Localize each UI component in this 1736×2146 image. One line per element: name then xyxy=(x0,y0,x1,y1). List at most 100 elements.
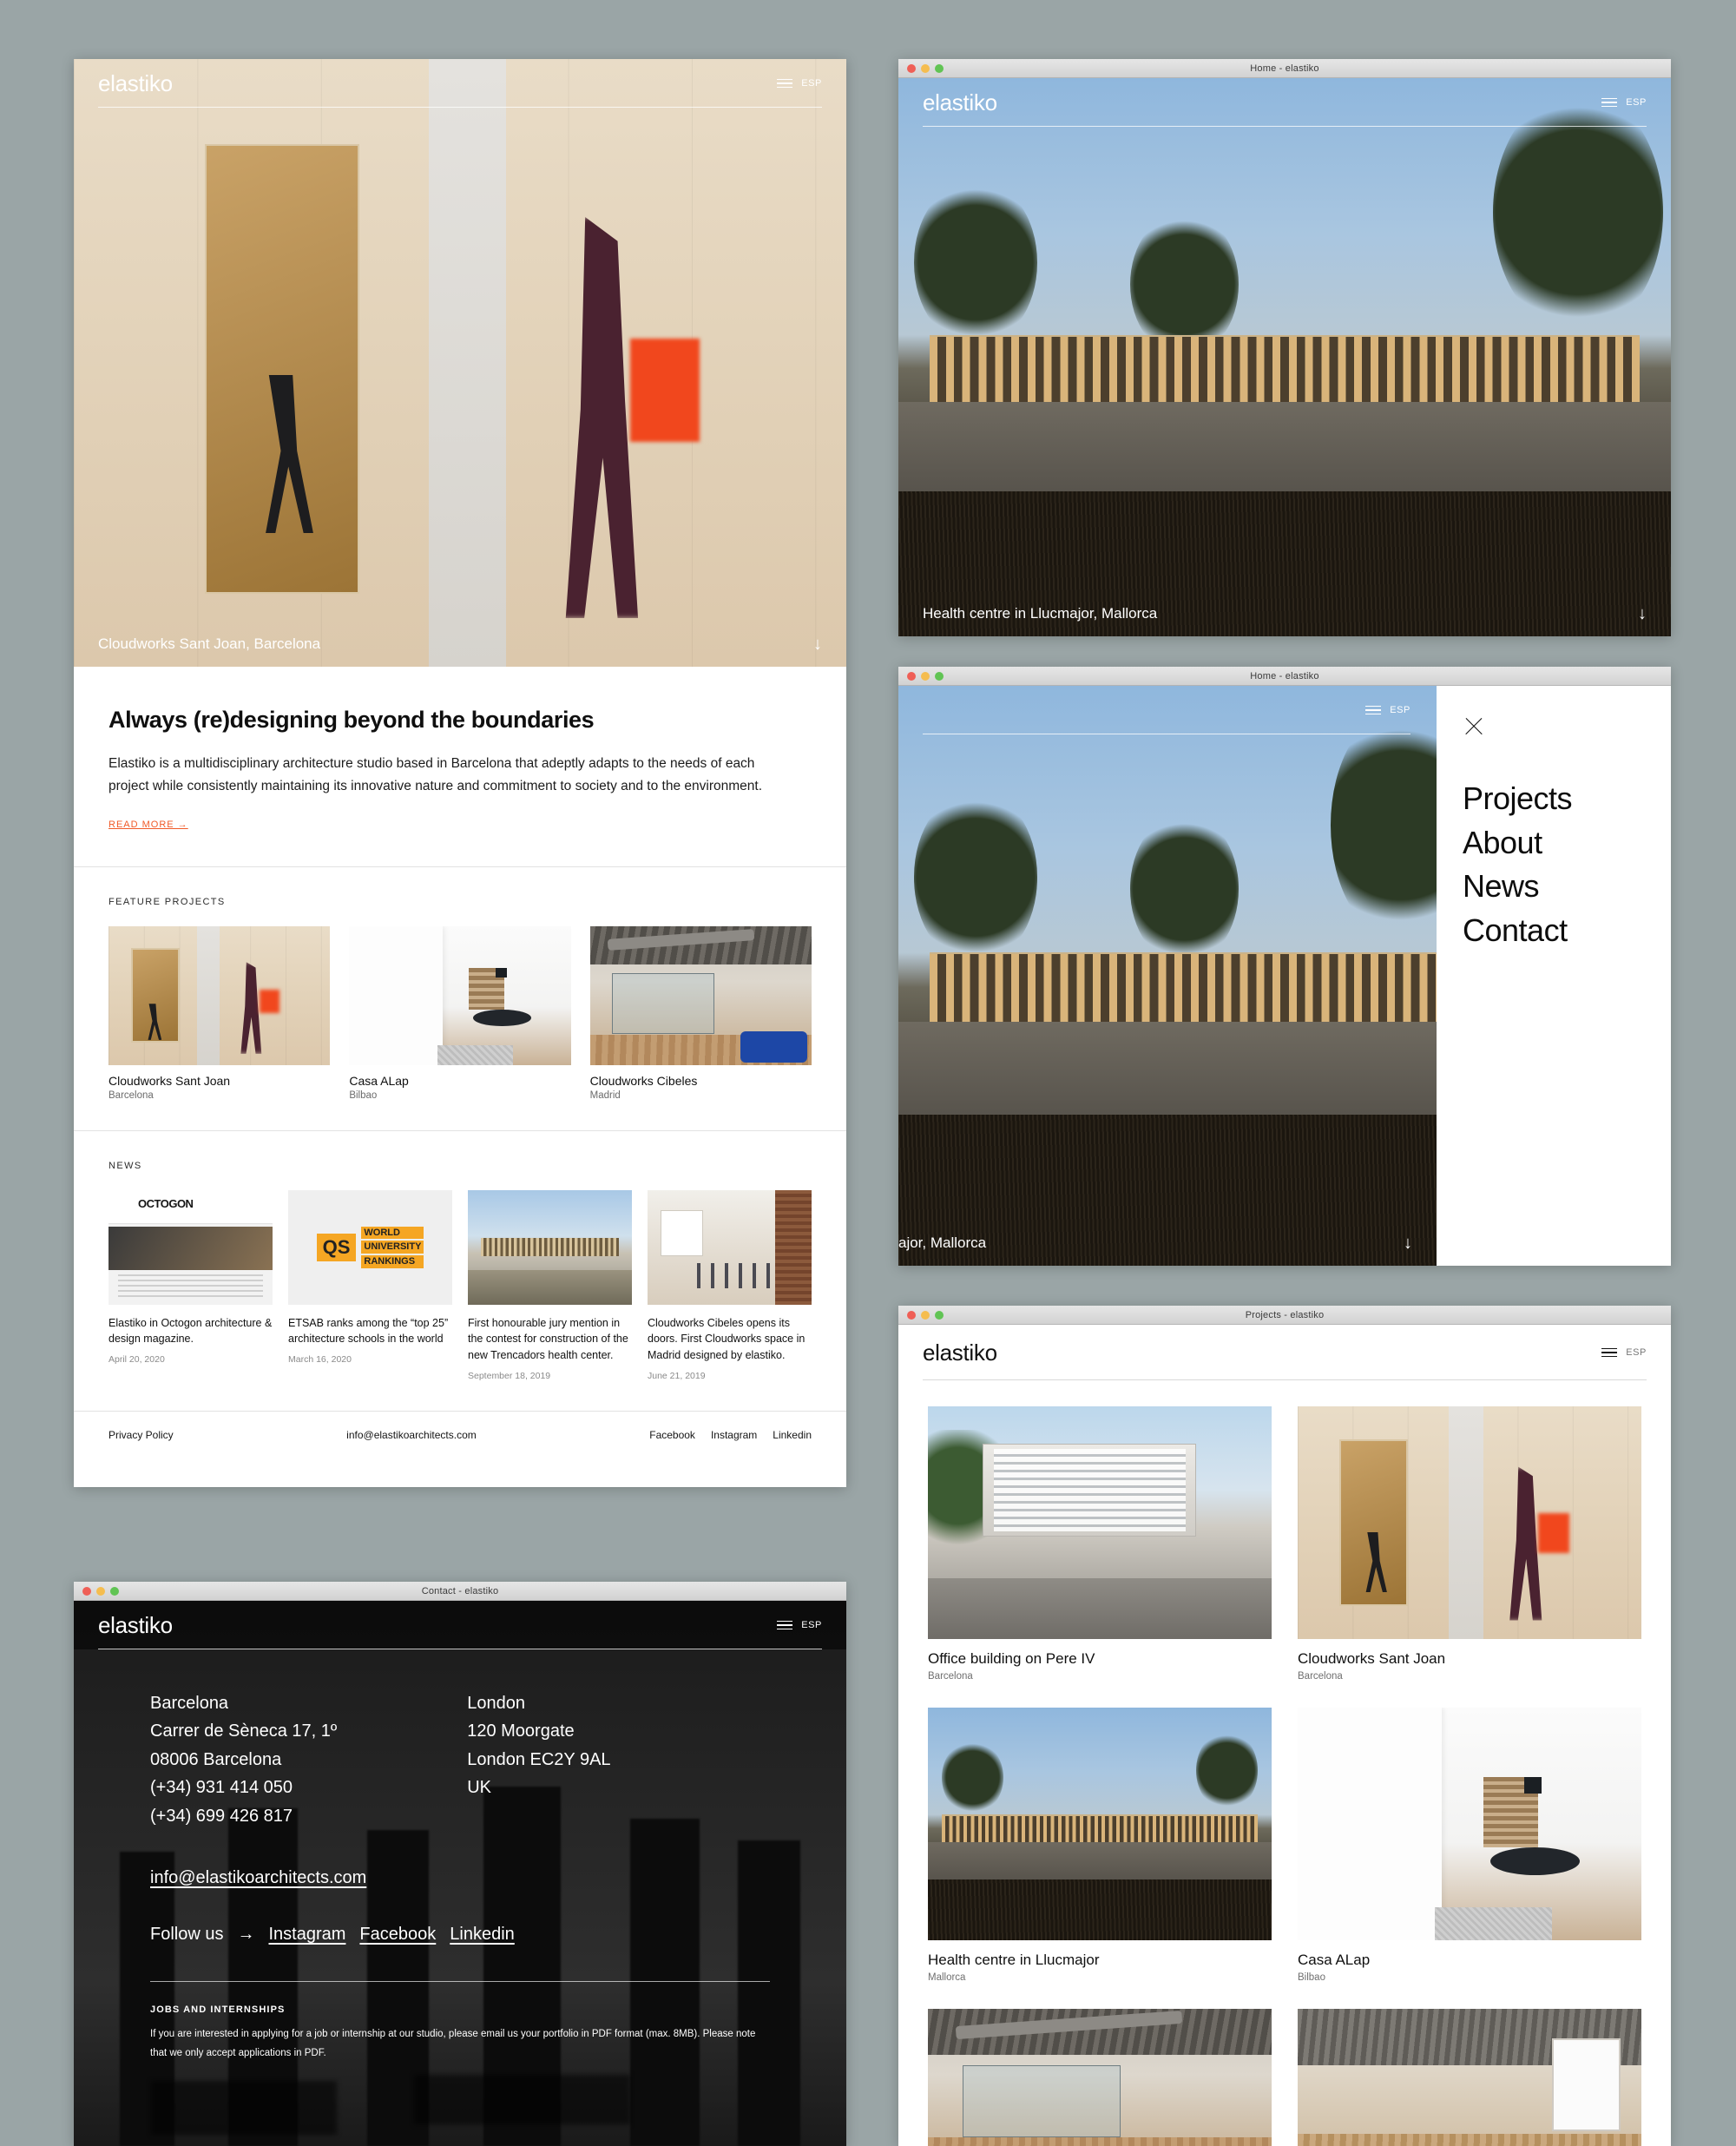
decor-grass xyxy=(898,490,1671,636)
menu-icon[interactable] xyxy=(1601,97,1618,108)
header-actions: ESP xyxy=(1365,705,1410,715)
decor-building-facade xyxy=(929,334,1641,402)
decor-orange-bag xyxy=(629,339,700,442)
project-card[interactable]: Casa ALap Bilbao xyxy=(1298,1708,1641,1983)
feature-project-card[interactable]: Cloudworks Sant Joan Barcelona xyxy=(108,925,331,1101)
contact-background-image: elastiko ESP Barcelona Carrer de Sèneca … xyxy=(74,1601,846,2146)
feature-project-image xyxy=(108,925,331,1065)
news-card[interactable]: OCTOGON Elastiko in Octogon architecture… xyxy=(108,1189,273,1381)
decor-chair xyxy=(266,375,313,533)
news-grid: OCTOGON Elastiko in Octogon architecture… xyxy=(108,1189,812,1381)
hero-image-cloudworks: elastiko ESP Cloudworks Sant Joan, Barce… xyxy=(74,59,846,667)
project-card[interactable]: Health centre in Llucmajor Mallorca xyxy=(928,1708,1272,1983)
arrow-right-icon: → xyxy=(237,1924,255,1944)
footer-email-link[interactable]: info@elastikoarchitects.com xyxy=(346,1429,477,1441)
language-toggle[interactable]: ESP xyxy=(1626,97,1647,108)
follow-us-row: Follow us → Instagram Facebook Linkedin xyxy=(150,1925,770,1945)
menu-icon[interactable] xyxy=(777,78,793,89)
qs-line: RANKINGS xyxy=(361,1255,424,1268)
project-card[interactable] xyxy=(1298,2009,1641,2146)
office-line: Carrer de Sèneca 17, 1º xyxy=(150,1721,338,1741)
jobs-text: If you are interested in applying for a … xyxy=(150,2028,756,2058)
read-more-link[interactable]: READ MORE → xyxy=(108,820,188,830)
site-header-health: elastiko ESP xyxy=(898,78,1671,127)
news-date: September 18, 2019 xyxy=(468,1370,551,1381)
feature-project-image xyxy=(349,925,571,1065)
site-header-contact: elastiko ESP xyxy=(74,1601,846,1649)
brand-logo[interactable]: elastiko xyxy=(923,89,997,116)
window-titlebar: Projects - elastiko xyxy=(898,1306,1671,1325)
news-date: June 21, 2019 xyxy=(648,1370,706,1381)
menu-item-contact[interactable]: Contact xyxy=(1463,910,1645,951)
scroll-down-icon[interactable]: ↓ xyxy=(1404,1234,1412,1252)
social-link-facebook[interactable]: Facebook xyxy=(649,1429,695,1441)
feature-project-location: Bilbao xyxy=(349,1089,378,1101)
project-image xyxy=(928,1406,1272,1639)
close-icon[interactable] xyxy=(1463,715,1485,738)
brand-logo[interactable]: elastiko xyxy=(98,70,173,97)
footer-social-links: Facebook Instagram Linkedin xyxy=(649,1429,812,1441)
news-card[interactable]: First honourable jury mention in the con… xyxy=(468,1189,632,1381)
menu-icon[interactable] xyxy=(1601,1347,1618,1358)
projects-grid: Office building on Pere IV Barcelona Clo… xyxy=(898,1380,1671,2146)
social-link-facebook[interactable]: Facebook xyxy=(359,1925,436,1945)
octogon-wordmark: OCTOGON xyxy=(138,1196,194,1210)
decor-tree xyxy=(913,178,1038,346)
follow-us-label: Follow us xyxy=(150,1924,224,1944)
project-card[interactable] xyxy=(928,2009,1272,2146)
social-link-instagram[interactable]: Instagram xyxy=(268,1925,345,1945)
menu-icon[interactable] xyxy=(1365,705,1382,715)
menu-item-projects[interactable]: Projects xyxy=(1463,778,1645,820)
privacy-policy-link[interactable]: Privacy Policy xyxy=(108,1429,174,1441)
brand-logo[interactable]: elastiko xyxy=(98,1612,173,1639)
scroll-down-icon[interactable]: ↓ xyxy=(813,635,822,653)
menu-item-news[interactable]: News xyxy=(1463,866,1645,907)
window-title: Home - elastiko xyxy=(1250,63,1319,74)
project-image xyxy=(1298,1708,1641,1940)
social-link-linkedin[interactable]: Linkedin xyxy=(773,1429,812,1441)
contact-email-link[interactable]: info@elastikoarchitects.com xyxy=(150,1868,366,1888)
hero-image-health-centre: elastiko ESP ajor, Mallorca ↓ Projects A… xyxy=(898,686,1671,1266)
feature-project-card[interactable]: Cloudworks Cibeles Madrid xyxy=(589,925,812,1101)
news-section: NEWS OCTOGON Elastiko in Octogon archite… xyxy=(74,1131,846,1412)
language-toggle[interactable]: ESP xyxy=(801,1620,822,1630)
intro-section: Always (re)designing beyond the boundari… xyxy=(74,667,846,867)
news-date: April 20, 2020 xyxy=(108,1354,165,1366)
office-line: London EC2Y 9AL xyxy=(467,1749,611,1769)
menu-icon[interactable] xyxy=(777,1620,793,1630)
decor-grass xyxy=(898,1115,1671,1266)
language-toggle[interactable]: ESP xyxy=(1626,1347,1647,1358)
decor-tree xyxy=(1130,813,1239,964)
office-line: 120 Moorgate xyxy=(467,1721,575,1741)
project-card[interactable]: Office building on Pere IV Barcelona xyxy=(928,1406,1272,1682)
scroll-down-icon[interactable]: ↓ xyxy=(1638,605,1647,622)
language-toggle[interactable]: ESP xyxy=(1390,705,1410,715)
jobs-heading: JOBS AND INTERNSHIPS xyxy=(150,2004,286,2015)
window-home-menu-open: Home - elastiko elastiko ESP ajor, Mallo… xyxy=(898,667,1671,1266)
hero-caption-text: Cloudworks Sant Joan, Barcelona xyxy=(98,635,321,652)
navigation-menu-overlay: Projects About News Contact xyxy=(1437,686,1671,1266)
language-toggle[interactable]: ESP xyxy=(801,78,822,89)
qs-line: UNIVERSITY xyxy=(361,1241,424,1254)
office-city: Barcelona xyxy=(150,1694,229,1713)
decor-tree xyxy=(913,790,1038,964)
brand-logo[interactable]: elastiko xyxy=(923,1340,997,1366)
project-card[interactable]: Cloudworks Sant Joan Barcelona xyxy=(1298,1406,1641,1682)
project-title: Cloudworks Sant Joan xyxy=(1298,1650,1446,1667)
news-title: First honourable jury mention in the con… xyxy=(468,1316,628,1362)
menu-item-about[interactable]: About xyxy=(1463,822,1645,864)
feature-projects-grid: Cloudworks Sant Joan Barcelona Casa ALap… xyxy=(108,925,812,1101)
social-link-linkedin[interactable]: Linkedin xyxy=(450,1925,515,1945)
social-link-instagram[interactable]: Instagram xyxy=(711,1429,757,1441)
decor-tree xyxy=(1331,708,1470,941)
decor-person xyxy=(565,217,639,618)
window-titlebar: Contact - elastiko xyxy=(74,1582,846,1601)
feature-project-location: Barcelona xyxy=(108,1089,154,1101)
qs-logo: QS WORLD UNIVERSITY RANKINGS xyxy=(316,1226,424,1268)
decor-column xyxy=(429,59,507,667)
news-card[interactable]: QS WORLD UNIVERSITY RANKINGS ETSAB ranks… xyxy=(288,1189,452,1381)
divider xyxy=(150,1980,770,1982)
feature-project-card[interactable]: Casa ALap Bilbao xyxy=(349,925,571,1101)
news-card[interactable]: Cloudworks Cibeles opens its doors. Firs… xyxy=(648,1189,812,1381)
hero-caption-text: Health centre in Llucmajor, Mallorca xyxy=(923,605,1158,622)
